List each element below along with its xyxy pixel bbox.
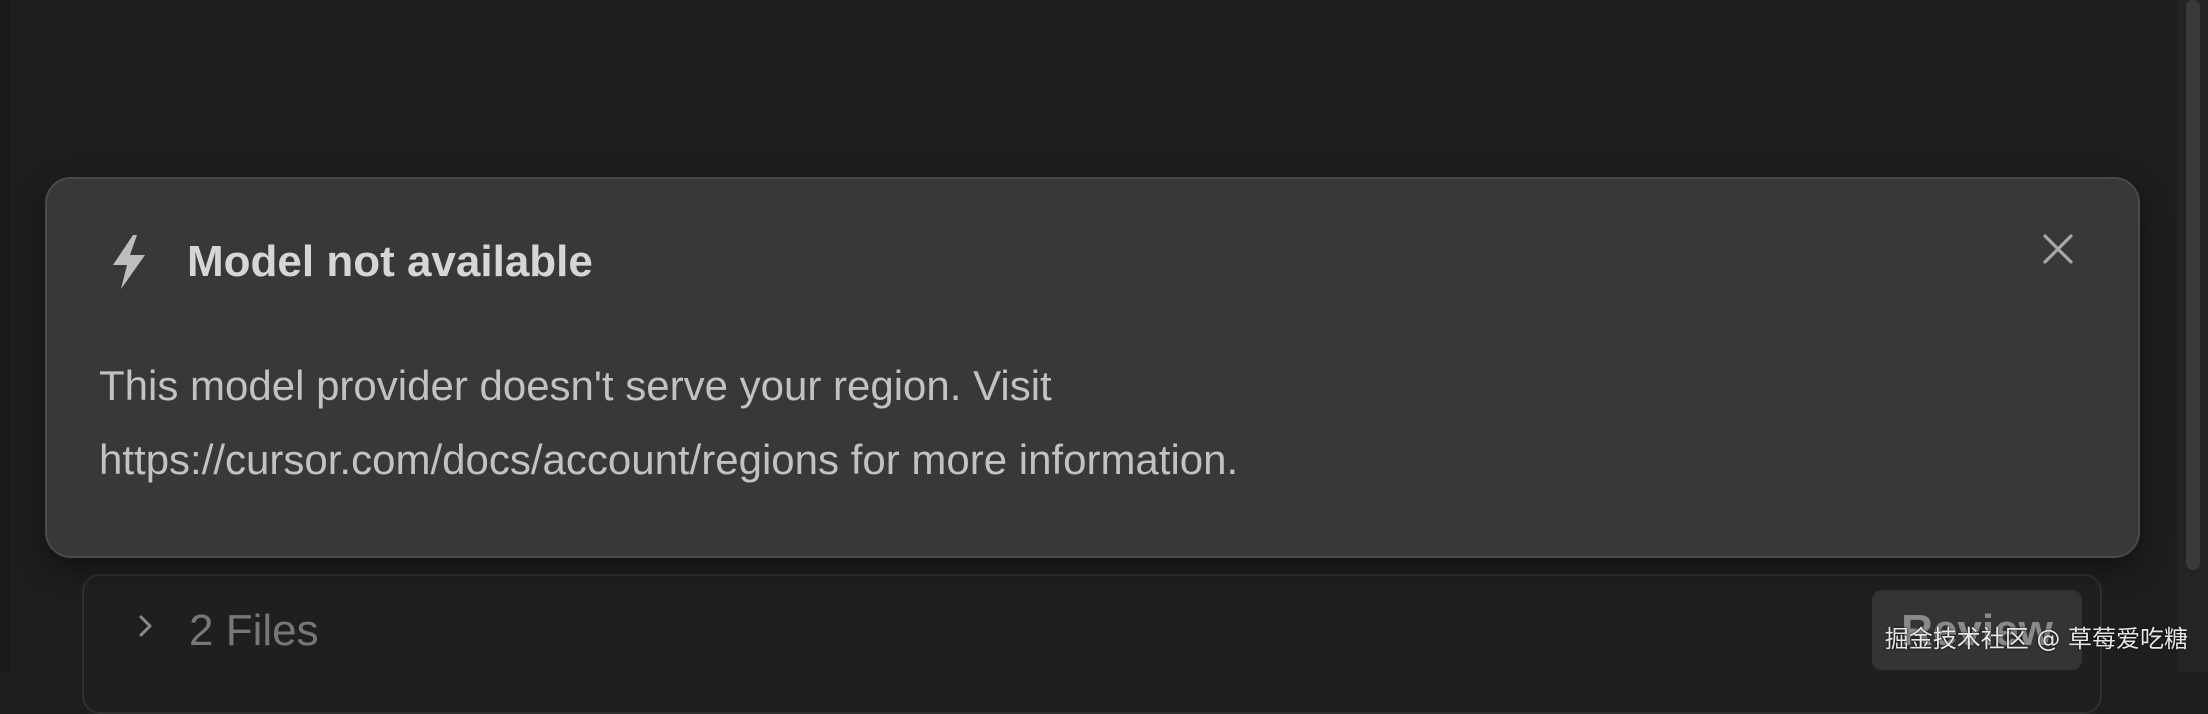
- toast-message-line-1: This model provider doesn't serve your r…: [99, 362, 1052, 409]
- toast-message-line-2: https://cursor.com/docs/account/regions …: [99, 436, 1239, 483]
- close-icon[interactable]: [2040, 231, 2076, 267]
- files-count-label[interactable]: 2 Files: [189, 606, 319, 656]
- scrollbar-thumb[interactable]: [2186, 0, 2200, 570]
- scrollbar-track[interactable]: [2178, 0, 2208, 672]
- lightning-bolt-icon: [113, 235, 145, 289]
- files-panel: 2 Files Review: [82, 574, 2102, 714]
- editor-left-edge: [0, 0, 10, 672]
- toast-message: This model provider doesn't serve your r…: [99, 349, 1799, 497]
- watermark: 掘金技术社区 @ 草莓爱吃糖: [1884, 625, 2188, 653]
- chevron-right-icon[interactable]: [132, 612, 160, 640]
- model-unavailable-toast: Model not available This model provider …: [45, 177, 2140, 558]
- toast-title: Model not available: [187, 237, 593, 286]
